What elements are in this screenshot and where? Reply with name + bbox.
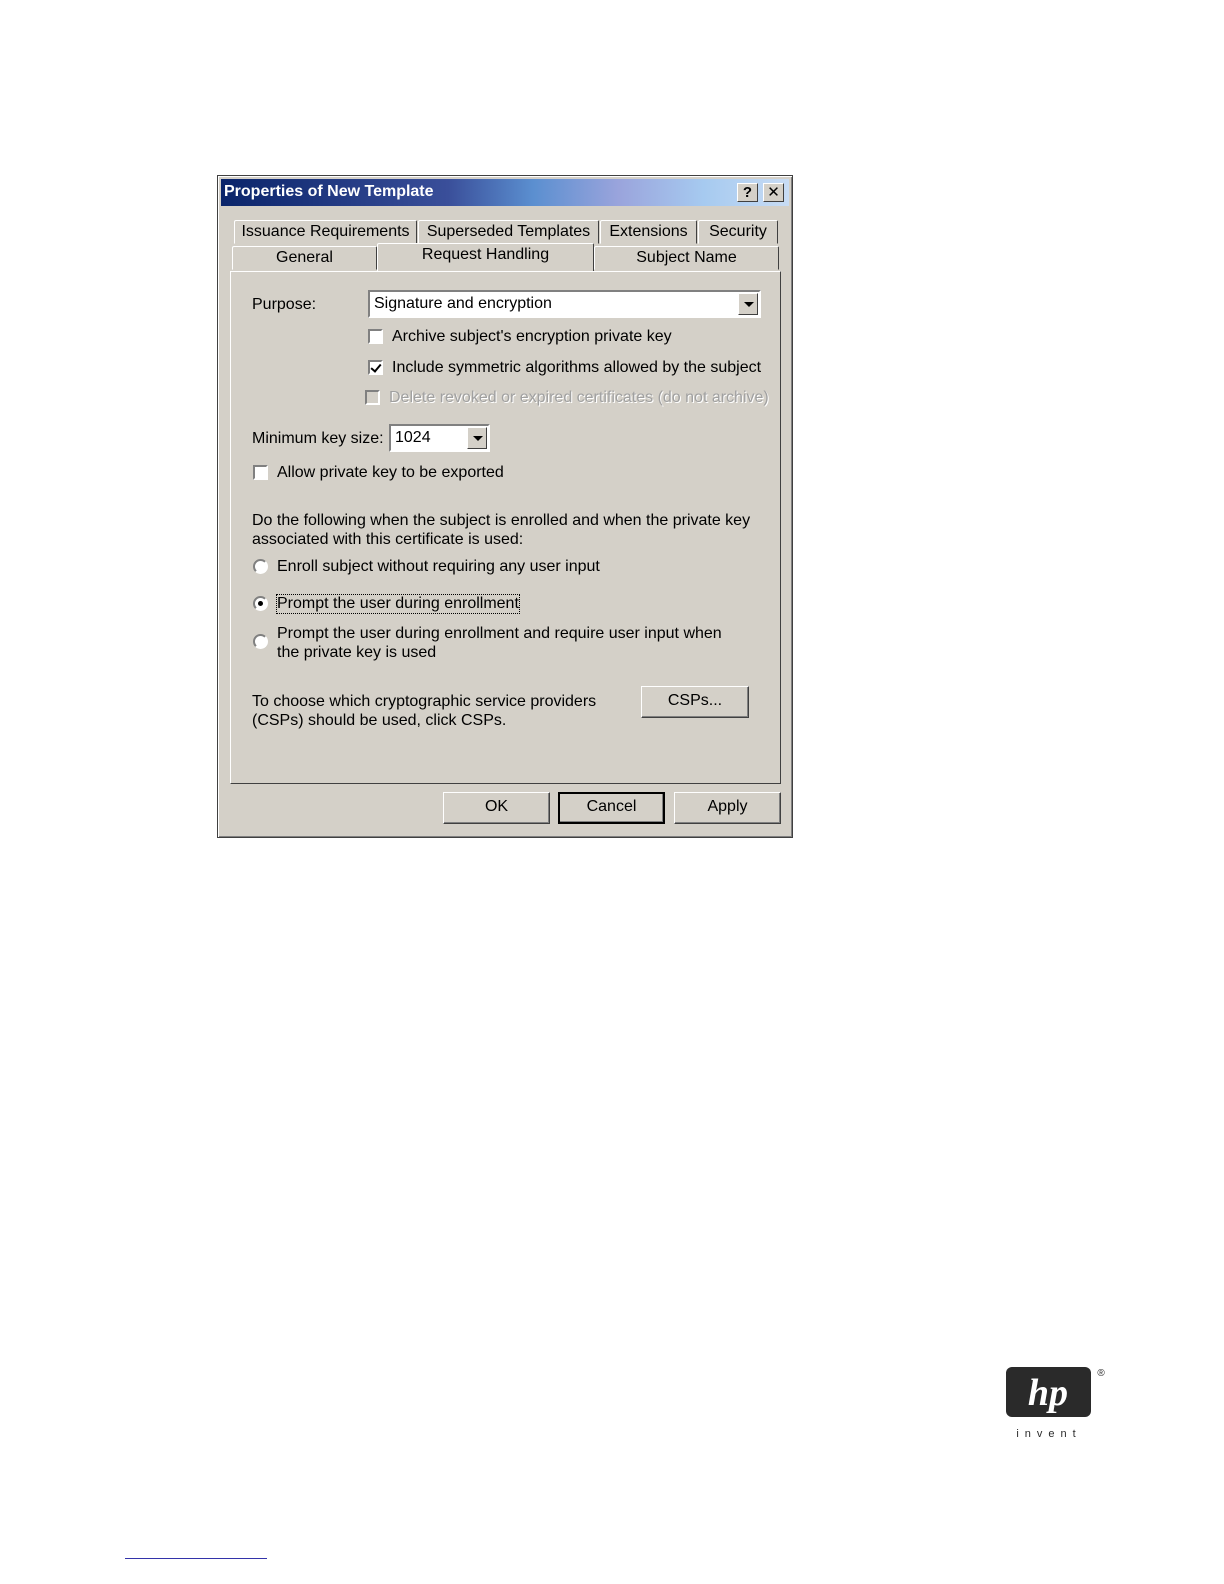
min-key-size-label: Minimum key size:: [252, 430, 384, 447]
purpose-label: Purpose:: [252, 296, 317, 313]
close-button[interactable]: ✕: [763, 183, 784, 202]
request-handling-panel: Purpose: Signature and encryption Archiv…: [230, 271, 781, 784]
ok-button[interactable]: OK: [443, 792, 550, 824]
tab-general[interactable]: General: [232, 246, 377, 270]
csps-button[interactable]: CSPs...: [641, 686, 749, 718]
archive-key-checkbox[interactable]: [368, 329, 383, 344]
title-bar[interactable]: Properties of New Template ? ✕: [221, 179, 789, 206]
prompt-during-enrollment-radio[interactable]: [253, 596, 268, 611]
tab-request-handling[interactable]: Request Handling: [377, 243, 594, 271]
purpose-dropdown[interactable]: Signature and encryption: [368, 290, 761, 318]
hp-logo-mark-icon: hp ® invent: [1006, 1367, 1105, 1440]
min-key-size-dropdown[interactable]: 1024: [389, 424, 490, 452]
logo-tagline: invent: [1016, 1428, 1081, 1440]
include-symmetric-label[interactable]: Include symmetric algorithms allowed by …: [392, 359, 761, 377]
delete-revoked-checkbox: [365, 390, 380, 405]
min-key-size-value: 1024: [395, 429, 431, 446]
checkmark-icon: [370, 361, 382, 373]
tab-subject-name[interactable]: Subject Name: [594, 246, 779, 270]
hp-logo: hp ® invent: [1005, 1365, 1105, 1440]
radio-selected-dot: [258, 601, 263, 606]
tab-issuance-requirements[interactable]: Issuance Requirements: [234, 220, 417, 244]
window-title: Properties of New Template: [224, 183, 434, 200]
dropdown-arrow-icon[interactable]: [467, 427, 487, 449]
help-button[interactable]: ?: [737, 183, 758, 202]
apply-button[interactable]: Apply: [674, 792, 781, 824]
tab-superseded-templates[interactable]: Superseded Templates: [418, 220, 599, 244]
logo-mark-text: hp: [1028, 1372, 1068, 1414]
prompt-and-require-input-label[interactable]: Prompt the user during enrollment and re…: [277, 624, 737, 662]
tab-security[interactable]: Security: [698, 220, 778, 244]
allow-export-checkbox[interactable]: [253, 465, 268, 480]
dropdown-arrow-icon[interactable]: [738, 293, 758, 315]
registered-mark: ®: [1097, 1368, 1105, 1379]
allow-export-label[interactable]: Allow private key to be exported: [277, 464, 504, 482]
footer-underline: [125, 1558, 267, 1559]
prompt-during-enrollment-label[interactable]: Prompt the user during enrollment: [276, 594, 520, 614]
purpose-value: Signature and encryption: [374, 295, 552, 312]
properties-dialog: Properties of New Template ? ✕ Issuance …: [217, 175, 793, 838]
csp-description: To choose which cryptographic service pr…: [252, 693, 597, 729]
enroll-without-input-label[interactable]: Enroll subject without requiring any use…: [277, 558, 600, 576]
cancel-button[interactable]: Cancel: [558, 792, 665, 824]
enrollment-description: Do the following when the subject is enr…: [252, 512, 751, 548]
tab-extensions[interactable]: Extensions: [600, 220, 697, 244]
delete-revoked-label: Delete revoked or expired certificates (…: [389, 389, 769, 406]
archive-key-label[interactable]: Archive subject's encryption private key: [392, 328, 672, 346]
include-symmetric-checkbox[interactable]: [368, 360, 383, 375]
enroll-without-input-radio[interactable]: [253, 559, 268, 574]
prompt-and-require-input-radio[interactable]: [253, 634, 268, 649]
